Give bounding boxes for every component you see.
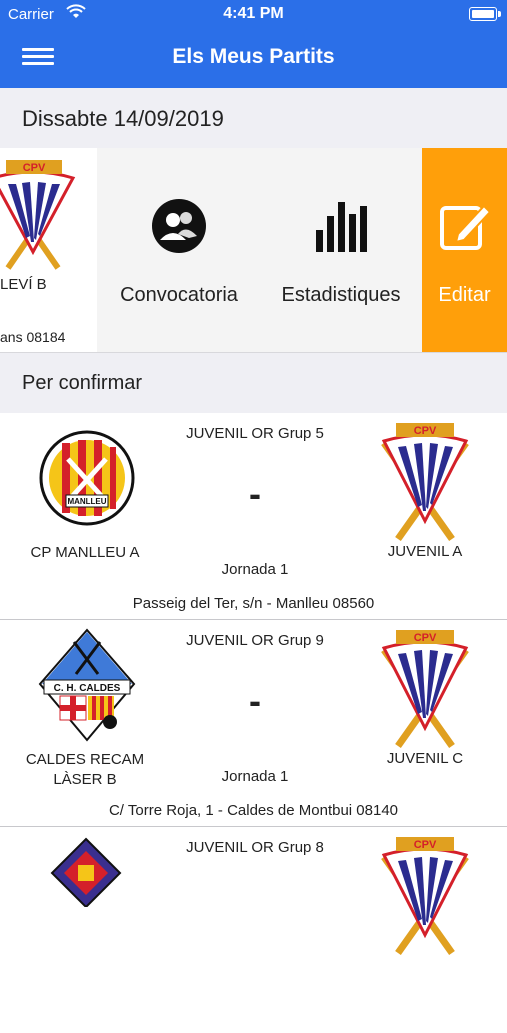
page-title: Els Meus Partits xyxy=(172,45,335,68)
match-row[interactable]: JUVENIL OR Grup 8 CPV xyxy=(0,827,507,1033)
svg-text:CPV: CPV xyxy=(414,425,437,437)
match-round: Jornada 1 xyxy=(221,561,289,578)
manlleu-crest-icon: MANLLEU xyxy=(39,430,135,526)
match-score: - xyxy=(249,473,261,514)
editar-button[interactable]: Editar xyxy=(422,148,507,352)
away-team-name: JUVENIL A xyxy=(387,543,463,560)
team-crest-icon xyxy=(50,837,122,907)
cpv-crest-icon: CPV xyxy=(381,837,469,956)
address-fragment: ans 08184 xyxy=(0,329,66,345)
edit-icon xyxy=(440,204,492,250)
people-icon xyxy=(152,199,206,253)
home-team-name: CP MANLLEU A xyxy=(30,544,140,561)
section-title: Per confirmar xyxy=(22,372,143,394)
team-name-fragment: LEVÍ B xyxy=(0,276,47,293)
caldes-crest-icon: C. H. CALDES xyxy=(38,628,136,742)
match-group: JUVENIL OR Grup 8 xyxy=(186,839,324,856)
svg-text:C. H. CALDES: C. H. CALDES xyxy=(54,683,121,694)
estadistiques-button[interactable]: Estadistiques xyxy=(270,148,412,352)
match-round: Jornada 1 xyxy=(221,768,289,785)
match-score: - xyxy=(249,680,261,721)
match-row[interactable]: C. H. CALDES JUVENIL OR Grup 9 - CPV CAL… xyxy=(0,620,507,827)
convocatoria-label: Convocatoria xyxy=(120,284,238,306)
section-header: Per confirmar xyxy=(0,352,507,414)
battery-icon xyxy=(469,7,501,21)
swiped-match-row[interactable]: CPV LEVÍ B ans 08184 Convocatoria Estadi… xyxy=(0,148,507,352)
bar-chart-icon xyxy=(316,202,367,252)
date-label: Dissabte 14/09/2019 xyxy=(22,106,224,131)
away-team-name: JUVENIL C xyxy=(386,750,464,767)
svg-text:CPV: CPV xyxy=(414,632,437,644)
match-row[interactable]: MANLLEU JUVENIL OR Grup 5 - CPV CP MANLL… xyxy=(0,413,507,620)
svg-text:CPV: CPV xyxy=(414,839,437,851)
home-team-name: CALDES RECAM LÀSER B xyxy=(25,751,145,788)
team-crest-icon: CPV xyxy=(0,160,76,270)
match-address: C/ Torre Roja, 1 - Caldes de Montbui 081… xyxy=(108,802,399,819)
cpv-crest-icon: CPV xyxy=(381,423,469,542)
convocatoria-button[interactable]: Convocatoria xyxy=(105,148,253,352)
match-group: JUVENIL OR Grup 5 xyxy=(186,425,324,442)
status-time: 4:41 PM xyxy=(223,5,284,22)
swiped-match-card[interactable]: CPV LEVÍ B ans 08184 xyxy=(0,148,97,352)
match-group: JUVENIL OR Grup 9 xyxy=(186,632,324,649)
cpv-crest-icon: CPV xyxy=(381,630,469,749)
date-header: Dissabte 14/09/2019 xyxy=(0,88,507,148)
top-bar: Carrier 4:41 PM Els Meus Partits xyxy=(0,0,507,88)
estadistiques-label: Estadistiques xyxy=(281,284,401,306)
editar-label: Editar xyxy=(438,284,491,306)
match-address: Passeig del Ter, s/n - Manlleu 08560 xyxy=(132,595,375,612)
svg-text:MANLLEU: MANLLEU xyxy=(67,497,106,506)
svg-text:CPV: CPV xyxy=(23,162,46,174)
status-bar: Carrier 4:41 PM xyxy=(0,0,507,30)
